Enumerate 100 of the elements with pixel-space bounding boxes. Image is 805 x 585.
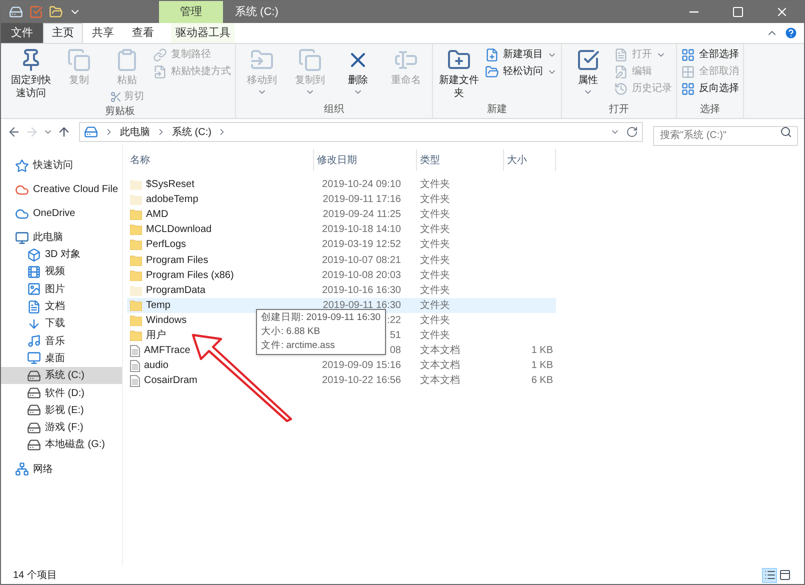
sidebar-item[interactable]: 系统 (C:) <box>1 367 122 384</box>
sidebar-icon <box>27 300 41 314</box>
ribbon-button[interactable]: 删除 <box>336 48 380 97</box>
column-header[interactable]: 大小 <box>504 149 556 171</box>
ribbon-icon <box>614 82 628 96</box>
folder-icon[interactable] <box>49 5 63 19</box>
item-count: 14 个项目 <box>13 568 57 582</box>
sidebar-item[interactable]: Creative Cloud File <box>1 181 122 198</box>
ribbon-button[interactable]: 新建文件夹 <box>437 48 481 100</box>
type-cell: 文件夹 <box>420 314 450 326</box>
ribbon-icon <box>250 48 274 72</box>
type-cell: 文件夹 <box>420 254 450 266</box>
sidebar-icon <box>27 420 41 435</box>
sidebar-item[interactable]: 文档 <box>1 298 122 316</box>
sidebar-icon <box>27 438 41 452</box>
type-cell: 文件夹 <box>420 179 450 190</box>
type-cell: 文件夹 <box>420 209 450 220</box>
sidebar-item[interactable]: 图片 <box>1 280 122 298</box>
ribbon-tab[interactable]: 驱动器工具 <box>171 23 235 43</box>
file-name: ProgramData <box>146 284 206 298</box>
column-header[interactable]: 名称 <box>127 149 314 171</box>
tiles-view-button[interactable] <box>777 568 792 582</box>
file-name: audio <box>144 359 168 374</box>
drive-icon <box>84 125 98 139</box>
sidebar-item[interactable]: 软件 (D:) <box>1 384 122 402</box>
breadcrumb[interactable]: 此电脑 <box>120 124 150 140</box>
size-cell: 1 KB <box>531 345 553 356</box>
details-view-button[interactable] <box>762 568 777 582</box>
type-cell: 文件夹 <box>420 270 450 281</box>
ribbon-button[interactable]: 属性 <box>566 48 610 97</box>
file-name: Program Files <box>146 254 208 268</box>
type-cell: 文本文档 <box>420 345 460 356</box>
date-cell-text: 08 <box>390 344 401 358</box>
back-icon[interactable] <box>7 125 21 139</box>
size-cell: 1 KB <box>531 360 553 372</box>
date-cell-text: 2019-10-22 16:56 <box>322 374 401 388</box>
group-label: 剪贴板 <box>104 104 136 119</box>
column-header[interactable]: 修改日期 <box>314 149 417 171</box>
sidebar-item[interactable]: 影视 (E:) <box>1 402 122 419</box>
ribbon-button[interactable]: 固定到快速访问 <box>9 48 53 100</box>
ribbon-button[interactable]: 反向选择 <box>681 82 739 96</box>
sidebar-icon <box>27 386 41 400</box>
ribbon-button[interactable]: 新建项目 <box>485 48 557 62</box>
ribbon-tab[interactable]: 共享 <box>83 23 123 43</box>
date-cell-text: 2019-09-11 16:30 <box>322 298 401 313</box>
sidebar-item[interactable]: 此电脑 <box>1 229 122 246</box>
file-name: Temp <box>146 298 170 313</box>
file-name: adobeTemp <box>146 193 198 208</box>
sidebar-item[interactable]: 网络 <box>1 460 122 478</box>
file-row[interactable]: Temp 2019-09-11 16:30 文件夹 <box>127 298 556 313</box>
tooltip-line: 大小: 6.88 KB <box>261 325 322 339</box>
refresh-icon[interactable] <box>626 126 638 138</box>
type-cell: 文件夹 <box>420 330 450 341</box>
file-name: MCLDownload <box>146 223 212 238</box>
sidebar-icon <box>27 334 41 348</box>
tooltip-line: 文件: arctime.ass <box>261 339 336 353</box>
sidebar-icon <box>27 351 41 366</box>
search-field[interactable]: 搜索"系统 (C:)" <box>653 126 798 146</box>
address-bar[interactable]: 此电脑 系统 (C:) <box>79 122 643 142</box>
breadcrumb[interactable]: 系统 (C:) <box>172 124 212 140</box>
ribbon-tab[interactable]: 查看 <box>123 23 163 43</box>
drive-icon <box>9 5 23 19</box>
date-cell-text: :22 <box>387 314 401 328</box>
sidebar-item[interactable]: 桌面 <box>1 350 122 368</box>
ribbon-icon <box>681 82 695 96</box>
sidebar-item[interactable]: 音乐 <box>1 332 122 350</box>
group-label: 组织 <box>323 103 345 117</box>
sidebar-item[interactable]: 本地磁盘 (G:) <box>1 436 122 454</box>
ribbon-button[interactable]: 轻松访问 <box>485 65 557 79</box>
up-icon[interactable] <box>57 125 71 139</box>
sidebar-item[interactable]: 下载 <box>1 315 122 332</box>
ribbon-tab[interactable]: 文件 <box>1 23 43 43</box>
document-icon <box>130 344 140 357</box>
scissors-icon <box>110 90 122 102</box>
column-header[interactable]: 类型 <box>417 149 504 171</box>
sidebar-item[interactable]: 游戏 (F:) <box>1 418 122 436</box>
type-cell: 文本文档 <box>420 360 460 372</box>
tooltip-line: 创建日期: 2019-09-11 16:30 <box>261 311 381 325</box>
type-cell: 文件夹 <box>420 239 450 250</box>
sidebar-item[interactable]: OneDrive <box>1 205 122 222</box>
file-name: CosairDram <box>144 374 198 388</box>
date-cell-text: 2019-10-24 09:10 <box>322 178 401 192</box>
help-icon[interactable] <box>784 26 798 40</box>
sidebar-icon <box>15 462 29 476</box>
date-cell-text: 2019-09-09 15:16 <box>322 359 401 374</box>
sidebar-item[interactable]: 3D 对象 <box>1 246 122 264</box>
file-name: Program Files (x86) <box>146 268 234 283</box>
sidebar-item[interactable]: 快速访问 <box>1 157 122 174</box>
ribbon-tab[interactable]: 主页 <box>43 23 83 43</box>
search-icon <box>780 126 792 138</box>
date-cell-text: 2019-10-08 20:03 <box>322 268 401 283</box>
sidebar-icon <box>27 368 41 383</box>
ribbon-button[interactable]: 全部选择 <box>681 48 739 62</box>
sidebar-icon <box>15 206 29 220</box>
sidebar-icon <box>15 158 29 172</box>
group-label: 新建 <box>486 102 508 117</box>
context-tab-header: 管理 <box>159 1 223 23</box>
sidebar-item[interactable]: 视频 <box>1 263 122 281</box>
size-cell: 6 KB <box>531 375 553 386</box>
type-cell: 文件夹 <box>420 224 450 236</box>
